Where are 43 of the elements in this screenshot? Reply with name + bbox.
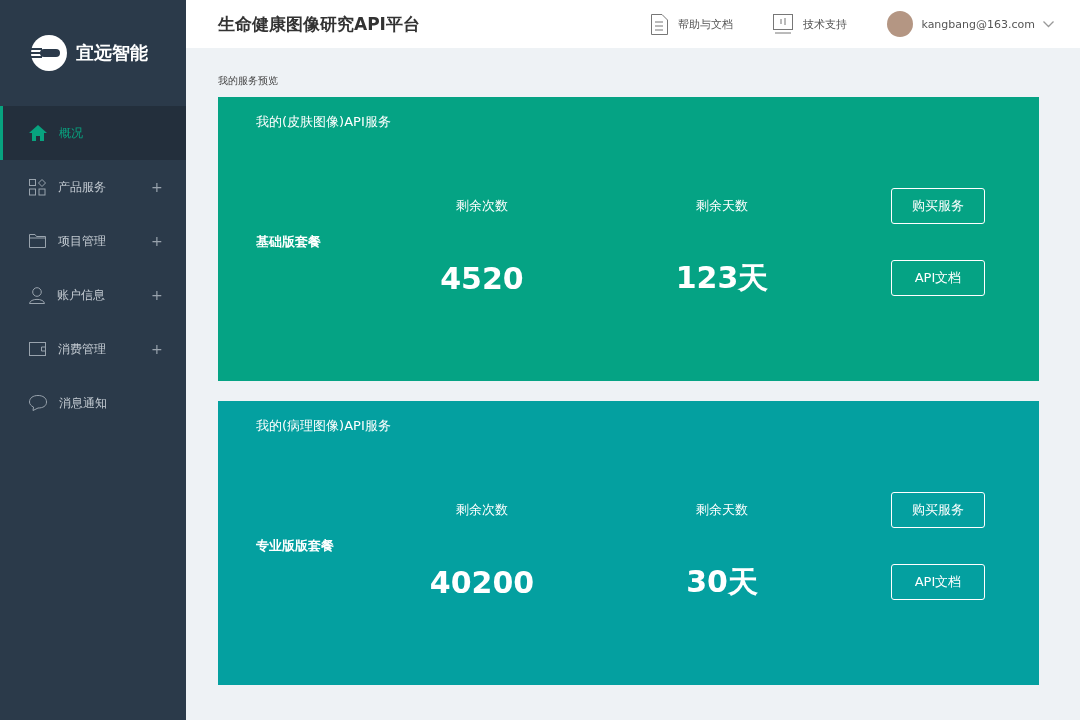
wallet-icon (29, 342, 46, 356)
page-title: 生命健康图像研究API平台 (218, 12, 420, 36)
expand-toggle[interactable]: + (151, 233, 163, 249)
stat-value: 4520 (439, 260, 525, 296)
chat-icon (29, 395, 47, 411)
sidebar-item[interactable]: 消息通知 (0, 376, 186, 430)
service-button[interactable]: 购买服务 (891, 492, 985, 528)
sidebar-item[interactable]: 概况 (0, 106, 186, 160)
user-email[interactable]: kangbang@163.com (921, 17, 1035, 31)
header-link[interactable]: 技术支持 (803, 16, 848, 32)
service-button[interactable]: API文档 (891, 260, 985, 296)
chevron-down-icon[interactable] (1043, 20, 1054, 28)
grid-icon (29, 178, 46, 196)
brand-name: 宜远智能 (76, 41, 148, 65)
card-title: 我的(病理图像)API服务 (255, 417, 392, 435)
support-icon (773, 14, 794, 34)
sidebar-item[interactable]: 产品服务 + (0, 160, 186, 214)
stat-value: 40200 (428, 564, 536, 600)
document-icon (651, 13, 669, 35)
header-link[interactable]: 帮助与文档 (678, 16, 734, 32)
sidebar-item[interactable]: 账户信息 + (0, 268, 186, 322)
stat-value: 123天 (674, 258, 770, 297)
avatar[interactable] (887, 11, 914, 37)
service-button[interactable]: 购买服务 (891, 188, 985, 224)
stat-label: 剩余次数 (455, 501, 509, 519)
folder-icon (29, 234, 46, 248)
home-icon (29, 125, 47, 141)
section-title: 我的服务预览 (218, 74, 279, 88)
plan-name: 专业版版套餐 (255, 537, 335, 555)
sidebar-item[interactable]: 消费管理 + (0, 322, 186, 376)
logo-icon (30, 34, 68, 72)
card-title: 我的(皮肤图像)API服务 (255, 113, 392, 131)
service-button[interactable]: API文档 (891, 564, 985, 600)
sidebar-item[interactable]: 项目管理 + (0, 214, 186, 268)
user-icon (29, 286, 45, 304)
expand-toggle[interactable]: + (151, 179, 163, 195)
plan-name: 基础版套餐 (255, 233, 322, 251)
stat-label: 剩余次数 (455, 197, 509, 215)
expand-toggle[interactable]: + (151, 341, 163, 357)
stat-value: 30天 (685, 562, 759, 601)
stat-label: 剩余天数 (695, 197, 749, 215)
stat-label: 剩余天数 (695, 501, 749, 519)
expand-toggle[interactable]: + (151, 287, 163, 303)
